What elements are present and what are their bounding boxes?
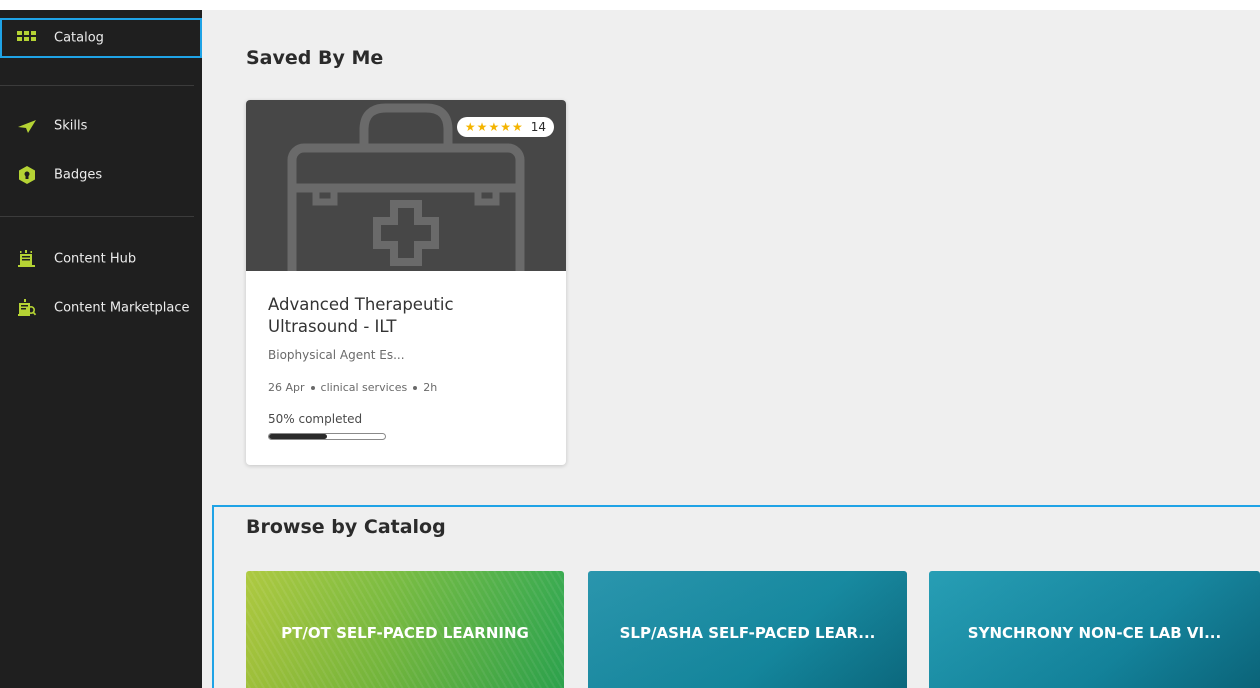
- sidebar-item-badges[interactable]: Badges: [0, 155, 202, 195]
- card-subtitle: Biophysical Agent Es...: [268, 348, 405, 362]
- progress-label: 50% completed: [268, 412, 363, 426]
- content-hub-icon: [16, 248, 38, 270]
- star-rating-icon: ★★★★★: [464, 120, 524, 134]
- sidebar-item-label: Catalog: [54, 30, 104, 46]
- sidebar-item-content-marketplace[interactable]: Content Marketplace: [0, 288, 202, 328]
- sidebar-item-catalog[interactable]: Catalog: [0, 18, 202, 58]
- catalog-grid-icon: [16, 27, 38, 49]
- catalog-tile-label: SYNCHRONY NON-CE LAB VI...: [967, 624, 1222, 642]
- catalog-tile-slp-asha[interactable]: SLP/ASHA SELF-PACED LEAR...: [588, 571, 907, 688]
- section-title-saved: Saved By Me: [246, 47, 384, 69]
- card-thumbnail: ★★★★★ 14: [246, 100, 566, 293]
- progress-bar: [268, 433, 386, 440]
- paper-plane-icon: [16, 115, 38, 137]
- top-strip: [0, 0, 1260, 10]
- rating-count: 14: [530, 120, 546, 134]
- content-marketplace-icon: [16, 297, 38, 319]
- separator-dot: [413, 385, 418, 390]
- rating-badge: ★★★★★ 14: [456, 117, 554, 137]
- course-card[interactable]: ★★★★★ 14 Advanced Therapeutic Ultrasound…: [246, 100, 566, 465]
- card-date: 26 Apr: [268, 381, 305, 394]
- card-duration: 2h: [423, 381, 438, 394]
- separator-dot: [310, 385, 315, 390]
- catalog-tile-label: SLP/ASHA SELF-PACED LEAR...: [619, 624, 876, 642]
- sidebar-item-label: Badges: [54, 167, 103, 183]
- progress-bar-fill: [269, 434, 327, 439]
- catalog-tile-synchrony[interactable]: SYNCHRONY NON-CE LAB VI...: [929, 571, 1260, 688]
- catalog-tile-pt-ot[interactable]: PT/OT SELF-PACED LEARNING: [246, 571, 564, 688]
- card-title[interactable]: Advanced Therapeutic Ultrasound - ILT: [268, 294, 528, 338]
- sidebar-item-content-hub[interactable]: Content Hub: [0, 239, 202, 279]
- sidebar-item-skills[interactable]: Skills: [0, 106, 202, 146]
- badge-hexagon-icon: [16, 164, 38, 186]
- card-meta: 26 Apr clinical services 2h: [268, 381, 437, 394]
- sidebar-item-label: Skills: [54, 118, 88, 134]
- sidebar-divider: [0, 216, 194, 217]
- sidebar-divider: [0, 85, 194, 86]
- main-content: Saved By Me ★★★★★ 14 Advanced Therapeuti…: [202, 10, 1260, 688]
- sidebar: Catalog Skills Badges Content Hub Conten…: [0, 10, 202, 688]
- card-category: clinical services: [320, 381, 408, 394]
- catalog-tile-label: PT/OT SELF-PACED LEARNING: [281, 624, 529, 642]
- sidebar-item-label: Content Hub: [54, 251, 137, 267]
- section-title-browse: Browse by Catalog: [246, 516, 446, 538]
- sidebar-item-label: Content Marketplace: [54, 300, 190, 316]
